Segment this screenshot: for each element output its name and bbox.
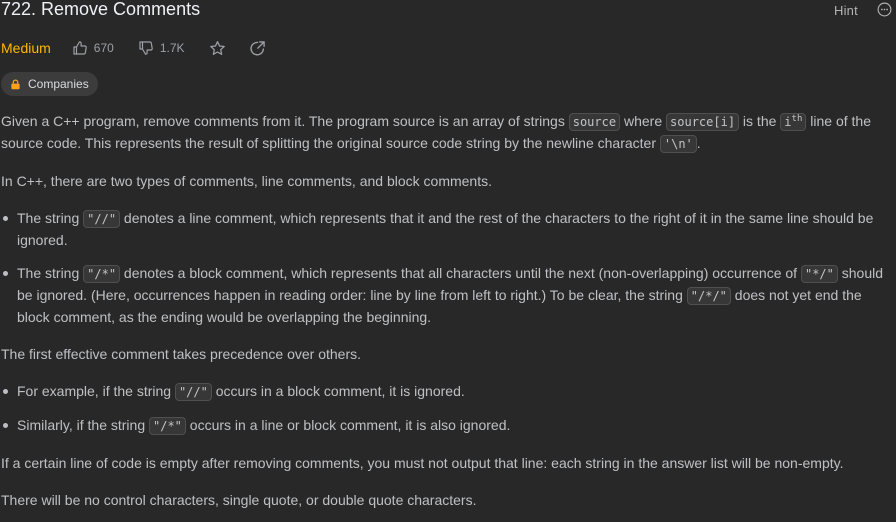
thumbs-down-icon	[139, 41, 153, 55]
text: Given a C++ program, remove comments fro…	[1, 113, 569, 129]
companies-label: Companies	[28, 77, 89, 91]
more-icon[interactable]	[877, 2, 892, 17]
text: occurs in a block comment, it is ignored…	[211, 383, 465, 399]
precedence-list: For example, if the string "//" occurs i…	[1, 381, 891, 437]
list-item: For example, if the string "//" occurs i…	[1, 381, 891, 403]
thumbs-up-icon	[73, 41, 87, 55]
text: denotes a line comment, which represents…	[17, 210, 874, 248]
description-paragraph: Given a C++ program, remove comments fro…	[1, 111, 891, 155]
like-count: 670	[93, 41, 114, 55]
difficulty-badge: Medium	[1, 40, 51, 56]
problem-title: 722. Remove Comments	[1, 0, 201, 19]
text: The string	[17, 210, 84, 226]
lock-icon	[11, 78, 20, 89]
inline-code: "//"	[83, 210, 121, 228]
inline-code: "//"	[174, 383, 212, 401]
description-paragraph: There will be no control characters, sin…	[1, 492, 477, 508]
text: The string	[17, 265, 84, 281]
code-text: i	[784, 115, 792, 129]
text: For example, if the string	[17, 383, 175, 399]
like-button[interactable]: 670	[72, 40, 114, 56]
inline-code: "/*"	[83, 265, 121, 283]
inline-code: "/*/"	[686, 287, 731, 305]
dislike-count: 1.7K	[159, 41, 185, 55]
description-paragraph: If a certain line of code is empty after…	[1, 455, 844, 471]
star-icon[interactable]	[209, 40, 226, 57]
inline-code: source	[568, 113, 621, 131]
inline-code: '\n'	[659, 135, 697, 153]
inline-code: ith	[780, 113, 807, 131]
text: .	[696, 135, 701, 151]
share-icon[interactable]	[249, 40, 266, 57]
text: is the	[739, 113, 781, 129]
text: denotes a block comment, which represent…	[120, 265, 801, 281]
inline-code: source[i]	[666, 113, 740, 131]
inline-code: "/*"	[149, 417, 186, 435]
text: Similarly, if the string	[17, 417, 149, 433]
inline-code: "*/"	[800, 265, 838, 283]
list-item: Similarly, if the string "/*" occurs in …	[1, 415, 891, 437]
problem-description: Given a C++ program, remove comments fro…	[1, 111, 891, 522]
dislike-button[interactable]: 1.7K	[138, 40, 185, 56]
text: occurs in a line or block comment, it is…	[185, 417, 511, 433]
comment-types-list: The string "//" denotes a line comment, …	[1, 208, 891, 328]
hint-button[interactable]: Hint	[834, 3, 858, 18]
description-paragraph: The first effective comment takes preced…	[1, 346, 362, 362]
list-item: The string "/*" denotes a block comment,…	[1, 263, 891, 328]
list-item: The string "//" denotes a line comment, …	[1, 208, 891, 251]
description-paragraph: In C++, there are two types of comments,…	[1, 173, 492, 189]
problem-meta: Medium 670 1.7K	[1, 37, 289, 59]
companies-tag[interactable]: Companies	[1, 72, 98, 96]
superscript: th	[791, 114, 803, 124]
text: where	[620, 113, 667, 129]
